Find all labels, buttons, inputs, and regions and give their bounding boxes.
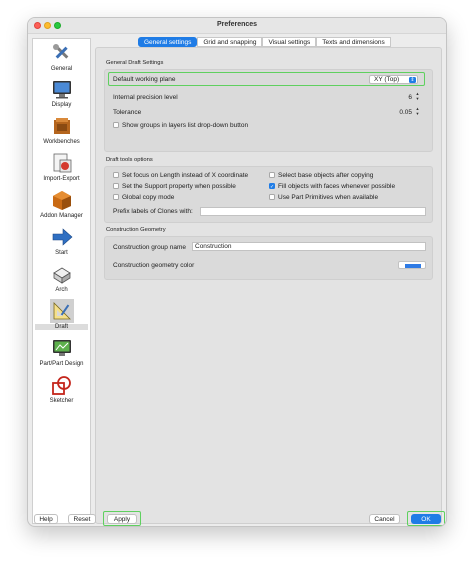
tab-texts-and-dimensions[interactable]: Texts and dimensions: [316, 37, 391, 47]
prefix-clones-input[interactable]: [200, 207, 426, 216]
part-primitives-label: Use Part Primitives when available: [278, 194, 379, 201]
working-plane-label: Default working plane: [113, 76, 176, 83]
tolerance-input[interactable]: 0.05: [390, 109, 412, 116]
sidebar-item-label: Import-Export: [43, 176, 80, 182]
sidebar-item-arch[interactable]: Arch: [35, 262, 88, 293]
start-arrow-icon: [52, 228, 72, 246]
sidebar-item-label: Draft: [35, 324, 88, 330]
working-plane-value: XY (Top): [374, 76, 400, 83]
cancel-button[interactable]: Cancel: [369, 514, 400, 524]
sidebar-item-label: Addon Manager: [40, 213, 83, 219]
fill-faces-checkbox[interactable]: ✓: [269, 183, 275, 190]
part-design-icon: [52, 340, 71, 356]
draft-icon: [53, 302, 71, 320]
updown-arrows-icon: ⇕: [409, 77, 416, 83]
tools-options-title: Draft tools options: [106, 157, 153, 163]
preferences-sidebar: General Display Workbenches Import-Expor…: [32, 38, 91, 524]
tab-general-settings[interactable]: General settings: [138, 37, 198, 47]
sketcher-icon: [51, 376, 71, 395]
construction-title: Construction Geometry: [106, 227, 166, 233]
sidebar-item-label: Display: [51, 102, 72, 108]
fill-faces-label: Fill objects with faces whenever possibl…: [278, 183, 396, 190]
sidebar-item-label: General: [50, 66, 73, 72]
precision-stepper[interactable]: ▲ ▼: [415, 91, 420, 101]
construction-color-swatch: [405, 263, 421, 268]
ok-button[interactable]: OK: [411, 514, 441, 524]
construction-group-name-label: Construction group name: [113, 244, 186, 251]
support-property-label: Set the Support property when possible: [122, 183, 236, 190]
addon-manager-icon: [52, 191, 71, 210]
focus-length-label: Set focus on Length instead of X coordin…: [122, 172, 249, 179]
global-copy-label: Global copy mode: [122, 194, 175, 201]
sidebar-item-label: Start: [55, 250, 68, 256]
sidebar-item-addon-manager[interactable]: Addon Manager: [35, 188, 88, 219]
part-primitives-checkbox[interactable]: [269, 194, 275, 200]
precision-input[interactable]: 6: [395, 94, 412, 101]
workbenches-icon: [53, 118, 70, 134]
tools-options-group: Set focus on Length instead of X coordin…: [104, 166, 433, 223]
construction-group-name-input[interactable]: Construction: [192, 242, 426, 251]
import-export-icon: [53, 153, 71, 173]
sidebar-item-workbenches[interactable]: Workbenches: [35, 114, 88, 145]
focus-length-checkbox[interactable]: [113, 172, 119, 178]
tab-visual-settings[interactable]: Visual settings: [262, 37, 317, 47]
working-plane-select[interactable]: XY (Top) ⇕: [369, 75, 418, 84]
support-property-checkbox[interactable]: [113, 183, 119, 189]
sidebar-item-import-export[interactable]: Import-Export: [35, 151, 88, 182]
general-settings-title: General Draft Settings: [106, 60, 164, 66]
construction-color-label: Construction geometry color: [113, 262, 195, 269]
reset-button[interactable]: Reset: [68, 514, 96, 524]
preferences-window: Preferences General Display Workbenches …: [27, 17, 447, 527]
sidebar-item-sketcher[interactable]: Sketcher: [35, 373, 88, 404]
global-copy-checkbox[interactable]: [113, 194, 119, 200]
tab-grid-and-snapping[interactable]: Grid and snapping: [197, 37, 263, 47]
help-button[interactable]: Help: [34, 514, 58, 524]
select-base-checkbox[interactable]: [269, 172, 275, 178]
tolerance-stepper[interactable]: ▲ ▼: [415, 106, 420, 116]
settings-panel: General Draft Settings Default working p…: [95, 47, 442, 524]
sidebar-item-label: Part/Part Design: [39, 361, 84, 367]
sidebar-item-start[interactable]: Start: [35, 225, 88, 256]
precision-label: Internal precision level: [113, 94, 178, 101]
window-title: Preferences: [216, 21, 258, 28]
show-groups-label: Show groups in layers list drop-down but…: [122, 122, 249, 129]
sidebar-item-label: Arch: [55, 287, 68, 293]
sidebar-item-display[interactable]: Display: [35, 77, 88, 108]
settings-tabs: General settings Grid and snapping Visua…: [138, 37, 391, 47]
arch-icon: [52, 267, 71, 284]
construction-group: Construction group name Construction Con…: [104, 236, 433, 280]
tolerance-label: Tolerance: [113, 109, 142, 116]
general-tools-icon: [52, 44, 68, 59]
display-monitor-icon: [52, 81, 71, 99]
sidebar-item-label: Sketcher: [49, 398, 74, 404]
show-groups-checkbox[interactable]: [113, 122, 119, 128]
prefix-clones-label: Prefix labels of Clones with:: [113, 208, 193, 215]
select-base-label: Select base objects after copying: [278, 172, 374, 179]
construction-color-button[interactable]: [398, 261, 426, 269]
sidebar-item-general[interactable]: General: [35, 41, 88, 72]
sidebar-item-label: Workbenches: [43, 139, 80, 145]
apply-button[interactable]: Apply: [107, 514, 137, 524]
general-settings-group: Default working plane XY (Top) ⇕ Interna…: [104, 69, 433, 152]
title-bar: Preferences: [28, 18, 446, 34]
sidebar-item-draft[interactable]: Draft: [35, 299, 88, 330]
sidebar-item-part-design[interactable]: Part/Part Design: [35, 336, 88, 367]
